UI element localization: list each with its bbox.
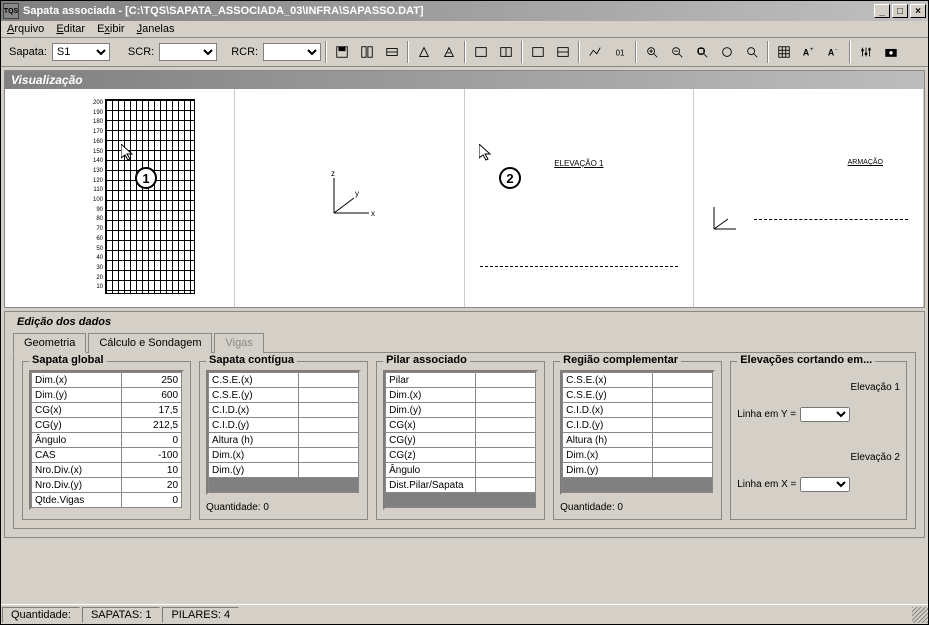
menu-janelas[interactable]: Janelas <box>137 23 175 35</box>
scr-select[interactable] <box>159 43 217 61</box>
font-decrease-icon[interactable]: A- <box>823 41 845 63</box>
svg-text:A: A <box>828 48 835 58</box>
status-sapatas: SAPATAS: 1 <box>82 607 161 623</box>
tool-b2-icon[interactable] <box>381 41 403 63</box>
tool-c2-icon[interactable] <box>438 41 460 63</box>
xyz-axes-icon: z x y <box>319 168 379 228</box>
group-title: Elevações cortando em... <box>737 354 875 366</box>
tool-num-icon[interactable]: 01 <box>609 41 631 63</box>
menu-arquivo[interactable]: Arquivo <box>7 23 44 35</box>
tool-rcr1-icon[interactable] <box>527 41 549 63</box>
svg-text:y: y <box>355 189 359 198</box>
tab-calculo[interactable]: Cálculo e Sondagem <box>88 333 212 353</box>
zoom-window-icon[interactable] <box>691 41 713 63</box>
table-sapata-global[interactable]: Dim.(x)250 Dim.(y)600 CG(x)17,5 CG(y)212… <box>31 372 182 508</box>
elev2-label: Elevação 2 <box>737 452 900 463</box>
plan-grid <box>105 99 195 294</box>
vis-pane-elevation[interactable]: ELEVAÇÃO 1 <box>465 89 695 307</box>
status-pilares: PILARES: 4 <box>162 607 239 623</box>
armacao-line <box>754 219 908 220</box>
tool-rcr2-icon[interactable] <box>552 41 574 63</box>
menu-exibir[interactable]: Exibir <box>97 23 125 35</box>
table-pilar[interactable]: Pilar Dim.(x) Dim.(y) CG(x) CG(y) CG(z) … <box>385 372 536 508</box>
group-pilar-associado: Pilar associado Pilar Dim.(x) Dim.(y) CG… <box>376 361 545 520</box>
visualization-panel: Visualização 200 190 180 170 160 150 140… <box>4 70 925 308</box>
table-sapata-contigua[interactable]: C.S.E.(x) C.S.E.(y) C.I.D.(x) C.I.D.(y) … <box>208 372 359 493</box>
group-title: Sapata global <box>29 354 107 366</box>
visualization-title: Visualização <box>5 71 924 89</box>
tab-body: Sapata global Dim.(x)250 Dim.(y)600 CG(x… <box>13 352 916 529</box>
svg-text:-: - <box>835 46 837 53</box>
armacao-label: ARMAÇÃO <box>848 159 883 166</box>
vis-pane-plan[interactable]: 200 190 180 170 160 150 140 130 120 110 … <box>5 89 235 307</box>
sapata-select[interactable]: S1 <box>52 43 110 61</box>
qty-label: Quantidade: 0 <box>206 502 361 513</box>
zoom-in-icon[interactable] <box>641 41 663 63</box>
menubar: Arquivo Editar Exibir Janelas <box>1 21 928 38</box>
statusbar: Quantidade: SAPATAS: 1 PILARES: 4 <box>1 604 928 624</box>
svg-text:A: A <box>803 48 810 58</box>
svg-text:01: 01 <box>616 49 625 58</box>
camera-icon[interactable] <box>880 41 902 63</box>
maximize-button[interactable]: □ <box>892 4 908 18</box>
resize-grip-icon[interactable] <box>912 607 928 623</box>
tool-scr1-icon[interactable] <box>470 41 492 63</box>
zoom-fit-icon[interactable] <box>716 41 738 63</box>
tool-chart-icon[interactable] <box>584 41 606 63</box>
group-sapata-global: Sapata global Dim.(x)250 Dim.(y)600 CG(x… <box>22 361 191 520</box>
callout-2: 2 <box>499 167 521 189</box>
titlebar: TQS Sapata associada - [C:\TQS\SAPATA_AS… <box>1 1 928 21</box>
svg-text:z: z <box>331 169 335 178</box>
tool-scr2-icon[interactable] <box>495 41 517 63</box>
line-y-select[interactable] <box>800 407 850 422</box>
group-title: Região complementar <box>560 354 681 366</box>
edit-title: Edição dos dados <box>13 316 115 328</box>
tab-vigas[interactable]: Vigas <box>214 333 263 353</box>
svg-text:+: + <box>810 46 814 53</box>
qty-label: Quantidade: 0 <box>560 502 715 513</box>
group-regiao-complementar: Região complementar C.S.E.(x) C.S.E.(y) … <box>553 361 722 520</box>
save-icon[interactable] <box>331 41 353 63</box>
menu-editar[interactable]: Editar <box>56 23 85 35</box>
toolbar: Sapata: S1 SCR: RCR: 01 A+ A- <box>1 38 928 67</box>
line-x-select[interactable] <box>800 477 850 492</box>
sapata-label: Sapata: <box>9 46 47 58</box>
window-title: Sapata associada - [C:\TQS\SAPATA_ASSOCI… <box>23 5 874 17</box>
elevation-line <box>480 266 679 267</box>
elevation-label: ELEVAÇÃO 1 <box>554 159 603 168</box>
grid-ticks: 200 190 180 170 160 150 140 130 120 110 … <box>87 99 103 293</box>
line-y-label: Linha em Y = <box>737 409 796 420</box>
scr-label: SCR: <box>128 46 154 58</box>
group-title: Pilar associado <box>383 354 470 366</box>
vis-pane-armacao[interactable]: ARMAÇÃO <box>694 89 924 307</box>
status-quantidade: Quantidade: <box>2 607 80 623</box>
svg-text:x: x <box>371 209 375 218</box>
settings-icon[interactable] <box>855 41 877 63</box>
tab-geometria[interactable]: Geometria <box>13 333 86 353</box>
vis-pane-axes[interactable]: z x y <box>235 89 465 307</box>
zoom-out-icon[interactable] <box>666 41 688 63</box>
edit-panel: Edição dos dados Geometria Cálculo e Son… <box>4 311 925 538</box>
grid-icon[interactable] <box>773 41 795 63</box>
cursor-icon <box>479 144 495 164</box>
rcr-select[interactable] <box>263 43 321 61</box>
rcr-label: RCR: <box>231 46 258 58</box>
tool-b1-icon[interactable] <box>356 41 378 63</box>
table-regiao[interactable]: C.S.E.(x) C.S.E.(y) C.I.D.(x) C.I.D.(y) … <box>562 372 713 493</box>
close-button[interactable]: × <box>910 4 926 18</box>
elev1-label: Elevação 1 <box>737 382 900 393</box>
cursor-icon <box>121 144 137 164</box>
tool-c1-icon[interactable] <box>413 41 435 63</box>
zoom-prev-icon[interactable] <box>741 41 763 63</box>
group-elevacoes: Elevações cortando em... Elevação 1 Linh… <box>730 361 907 520</box>
xyz-axes-small-icon <box>704 199 744 239</box>
group-sapata-contigua: Sapata contígua C.S.E.(x) C.S.E.(y) C.I.… <box>199 361 368 520</box>
font-increase-icon[interactable]: A+ <box>798 41 820 63</box>
line-x-label: Linha em X = <box>737 479 796 490</box>
minimize-button[interactable]: _ <box>874 4 890 18</box>
tabs: Geometria Cálculo e Sondagem Vigas <box>13 332 916 352</box>
group-title: Sapata contígua <box>206 354 297 366</box>
callout-1: 1 <box>135 167 157 189</box>
app-icon: TQS <box>3 3 19 19</box>
